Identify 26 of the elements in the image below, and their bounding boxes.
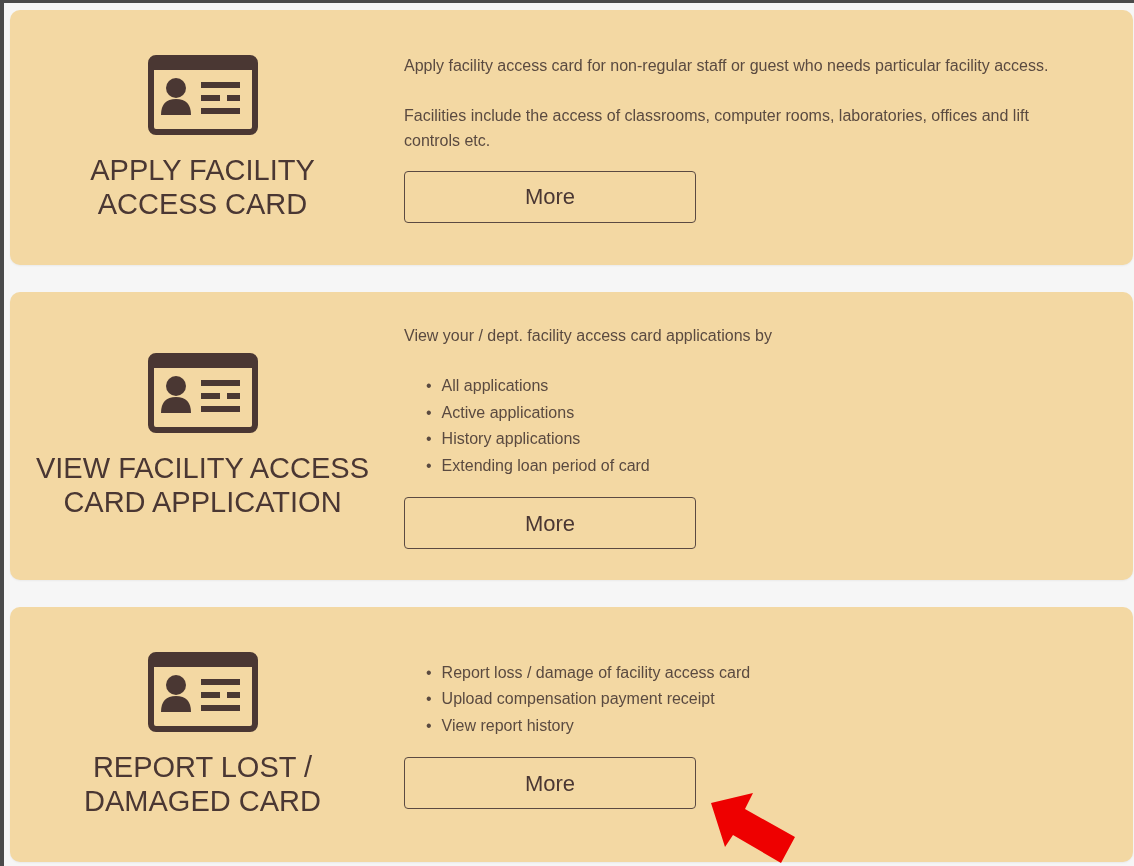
list-item: View report history	[441, 715, 574, 736]
more-button[interactable]: More	[404, 757, 696, 810]
more-button[interactable]: More	[404, 170, 696, 223]
bullet-mark: •	[426, 662, 432, 683]
card-title: REPORT LOST / DAMAGED CARD	[84, 749, 321, 818]
card-title: VIEW FACILITY ACCESS CARD APPLICATION	[35, 451, 370, 519]
list-item: History applications	[441, 429, 581, 449]
list-item: Report loss / damage of facility access card	[441, 662, 751, 683]
description-text: Apply facility access card for non-regular staff or guest who needs particular facility access.	[404, 55, 1050, 76]
bullet-mark: •	[426, 376, 432, 396]
id-card-icon	[147, 54, 258, 135]
list-item: All applications	[441, 376, 549, 396]
bullet-mark: •	[426, 455, 432, 476]
bullet-mark: •	[426, 429, 432, 449]
card-title: APPLY FACILITY ACCESS CARD	[90, 152, 315, 221]
more-button[interactable]: More	[404, 497, 696, 549]
id-card-icon	[147, 353, 258, 433]
id-card-icon	[147, 651, 258, 732]
description-text: Facilities include the access of classrooms, computer rooms, laboratories, offices and lift controls etc.	[404, 105, 1030, 151]
bullet-mark: •	[426, 715, 432, 736]
bullet-mark: •	[426, 689, 432, 710]
list-item: Upload compensation payment receipt	[441, 689, 715, 710]
list-item: Extending loan period of card	[441, 455, 650, 476]
list-item: Active applications	[441, 402, 575, 423]
description-text: View your / dept. facility access card applications by	[404, 326, 773, 346]
bullet-mark: •	[426, 402, 432, 423]
